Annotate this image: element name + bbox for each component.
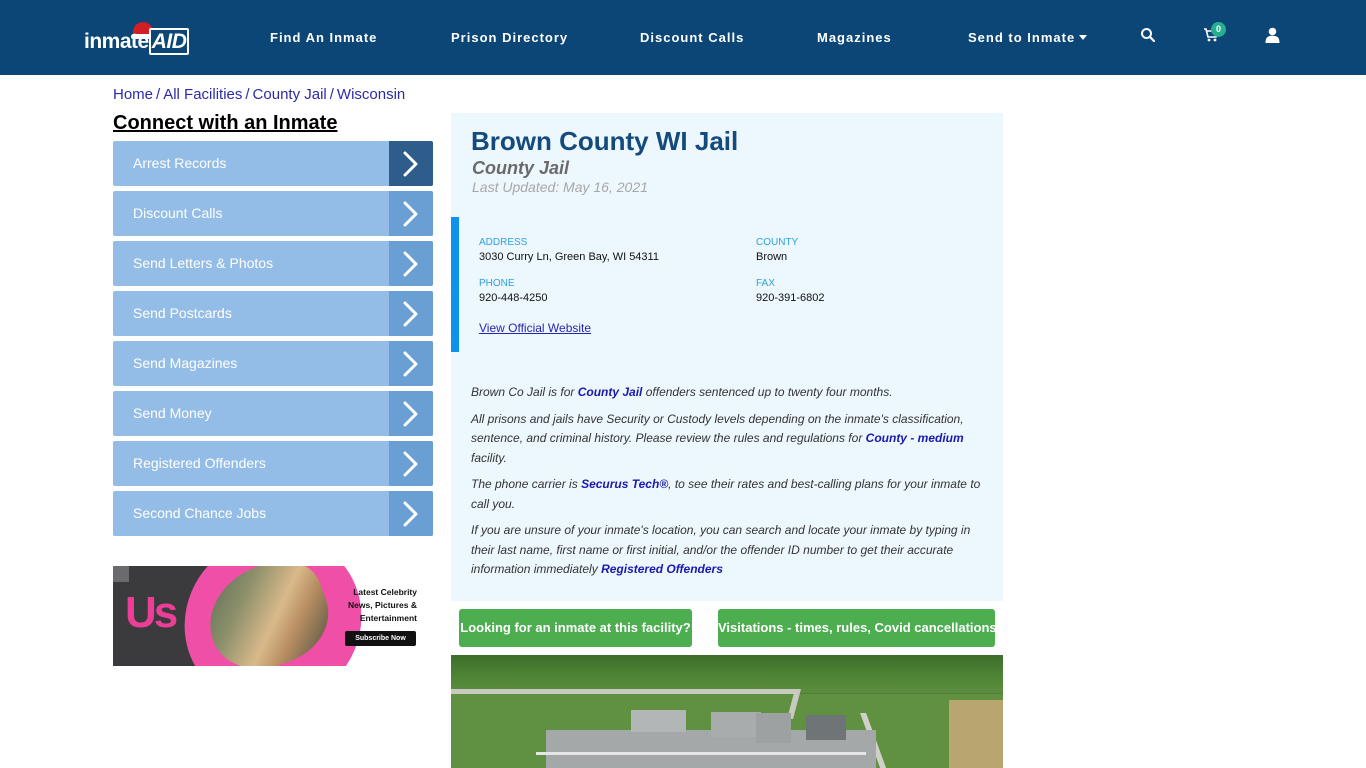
breadcrumb-wisconsin[interactable]: Wisconsin xyxy=(337,86,405,103)
breadcrumb-separator: / xyxy=(245,86,250,103)
county-field: COUNTY Brown xyxy=(756,237,798,263)
sidebar-item-send-magazines[interactable]: Send Magazines xyxy=(113,341,433,386)
sidebar-item-label: Discount Calls xyxy=(133,205,223,221)
facility-panel: Brown County WI Jail County Jail Last Up… xyxy=(451,113,1003,601)
chevron-right-icon xyxy=(389,241,433,286)
sidebar-item-registered-offenders[interactable]: Registered Offenders xyxy=(113,441,433,486)
sidebar-item-arrest-records[interactable]: Arrest Records xyxy=(113,141,433,186)
description-text: facility. xyxy=(471,450,507,465)
address-value: 3030 Curry Ln, Green Bay, WI 54311 xyxy=(479,251,659,263)
inmateaid-logo[interactable]: inmate AID xyxy=(84,22,190,56)
breadcrumb-separator: / xyxy=(156,86,161,103)
sidebar-item-label: Send Magazines xyxy=(133,355,238,371)
breadcrumb-county-jail[interactable]: County Jail xyxy=(253,86,327,103)
description-paragraph: Brown Co Jail is for County Jail offende… xyxy=(471,383,991,403)
registered-offenders-link[interactable]: Registered Offenders xyxy=(601,562,723,576)
visitations-button[interactable]: Visitations - times, rules, Covid cancel… xyxy=(718,609,997,647)
address-field: ADDRESS 3030 Curry Ln, Green Bay, WI 543… xyxy=(479,237,659,263)
nav-send-to-inmate[interactable]: Send to Inmate xyxy=(968,30,1088,45)
chevron-right-icon xyxy=(389,391,433,436)
phone-field: PHONE 920-448-4250 xyxy=(479,278,548,304)
user-icon[interactable] xyxy=(1265,27,1285,47)
fax-label: FAX xyxy=(756,278,775,289)
photo-trees xyxy=(451,655,1003,693)
sidebar-item-label: Second Chance Jobs xyxy=(133,505,267,521)
facility-info-box: ADDRESS 3030 Curry Ln, Green Bay, WI 543… xyxy=(451,217,1003,352)
nav-magazines[interactable]: Magazines xyxy=(817,30,892,45)
sidebar-item-send-money[interactable]: Send Money xyxy=(113,391,433,436)
securus-tech-link[interactable]: Securus Tech® xyxy=(581,477,668,491)
search-icon[interactable] xyxy=(1140,27,1160,47)
chevron-right-icon xyxy=(389,141,433,186)
photo-roofline xyxy=(536,752,866,755)
breadcrumb: Home / All Facilities / County Jail / Wisconsi… xyxy=(113,86,405,103)
breadcrumb-all-facilities[interactable]: All Facilities xyxy=(163,86,242,103)
nav-prison-directory[interactable]: Prison Directory xyxy=(451,30,568,45)
nav-find-an-inmate[interactable]: Find An Inmate xyxy=(270,30,377,45)
us-weekly-logo: Us xyxy=(125,588,178,637)
fax-field: FAX 920-391-6802 xyxy=(756,278,825,304)
logo-text-prefix: inmate xyxy=(84,30,149,53)
find-inmate-at-facility-button[interactable]: Looking for an inmate at this facility? xyxy=(459,609,692,647)
sidebar-item-label: Send Money xyxy=(133,405,212,421)
caret-down-icon xyxy=(1079,35,1088,41)
description-paragraph: All prisons and jails have Security or C… xyxy=(471,410,991,469)
phone-label: PHONE xyxy=(479,278,515,289)
nav-discount-calls[interactable]: Discount Calls xyxy=(640,30,744,45)
photo-road xyxy=(451,689,796,694)
county-value: Brown xyxy=(756,251,788,263)
ad-tagline-line: News, Pictures & xyxy=(348,600,417,610)
breadcrumb-home[interactable]: Home xyxy=(113,86,153,103)
cart-count-badge: 0 xyxy=(1211,22,1226,37)
county-medium-link[interactable]: County - medium xyxy=(866,431,964,445)
phone-value: 920-448-4250 xyxy=(479,292,548,304)
sidebar-item-second-chance-jobs[interactable]: Second Chance Jobs xyxy=(113,491,433,536)
top-navbar: inmate AID Find An Inmate Prison Director… xyxy=(0,0,1366,75)
sidebar-item-label: Registered Offenders xyxy=(133,455,266,471)
chevron-right-icon xyxy=(389,191,433,236)
sidebar-item-label: Send Letters & Photos xyxy=(133,255,274,271)
fax-value: 920-391-6802 xyxy=(756,292,825,304)
description-text: Brown Co Jail is for xyxy=(471,385,578,399)
facility-title: Brown County WI Jail xyxy=(471,126,739,156)
ad-tagline-line: Entertainment xyxy=(359,613,417,623)
us-weekly-ad-banner[interactable]: Us Latest Celebrity News, Pictures & Ent… xyxy=(113,566,420,666)
chevron-right-icon xyxy=(389,291,433,336)
sidebar-item-send-letters-photos[interactable]: Send Letters & Photos xyxy=(113,241,433,286)
ad-corner-square xyxy=(113,566,129,582)
sidebar-item-send-postcards[interactable]: Send Postcards xyxy=(113,291,433,336)
photo-field xyxy=(949,700,1003,768)
photo-building xyxy=(711,712,761,737)
view-official-website-link[interactable]: View Official Website xyxy=(479,321,591,335)
sidebar-item-discount-calls[interactable]: Discount Calls xyxy=(113,191,433,236)
sidebar-item-label: Arrest Records xyxy=(133,155,227,171)
chevron-right-icon xyxy=(389,441,433,486)
ad-tagline: Latest Celebrity News, Pictures & Entert… xyxy=(339,586,417,625)
photo-building xyxy=(806,715,846,740)
county-jail-link[interactable]: County Jail xyxy=(578,385,643,399)
description-paragraph: The phone carrier is Securus Tech®, to s… xyxy=(471,475,991,514)
facility-type: County Jail xyxy=(472,158,570,178)
chevron-right-icon xyxy=(389,341,433,386)
facility-aerial-photo xyxy=(451,655,1003,768)
facility-description: Brown Co Jail is for County Jail offende… xyxy=(471,383,991,587)
logo-text-suffix: AID xyxy=(148,28,190,55)
photo-building xyxy=(756,713,791,743)
sidebar-menu: Arrest Records Discount Calls Send Lette… xyxy=(113,141,433,541)
chevron-right-icon xyxy=(389,491,433,536)
address-label: ADDRESS xyxy=(479,237,528,248)
county-label: COUNTY xyxy=(756,237,799,248)
breadcrumb-separator: / xyxy=(329,86,334,103)
last-updated: Last Updated: May 16, 2021 xyxy=(472,179,648,195)
sidebar-item-label: Send Postcards xyxy=(133,305,232,321)
photo-building xyxy=(631,710,686,732)
sidebar-title: Connect with an Inmate xyxy=(113,112,338,134)
description-text: The phone carrier is xyxy=(471,477,582,491)
ad-subscribe-button[interactable]: Subscribe Now xyxy=(345,631,416,646)
description-paragraph: If you are unsure of your inmate's locat… xyxy=(471,521,991,580)
description-text: offenders sentenced up to twenty four mo… xyxy=(642,385,893,399)
nav-send-to-inmate-label: Send to Inmate xyxy=(968,30,1076,45)
ad-tagline-line: Latest Celebrity xyxy=(353,587,417,597)
